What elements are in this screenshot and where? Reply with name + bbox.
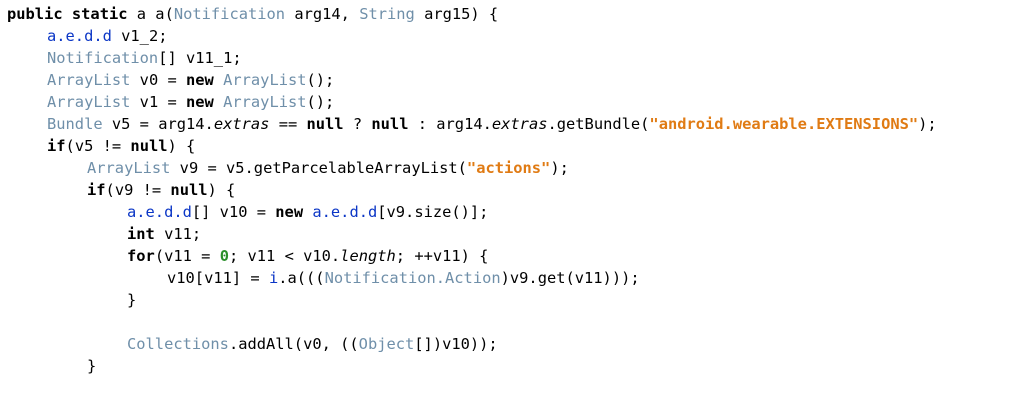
code-text: v1_2; — [111, 27, 168, 45]
keyword-token: if — [47, 137, 66, 155]
keyword-token: int — [127, 225, 155, 243]
code-text: v9 = v5.getParcelableArrayList( — [170, 159, 467, 177]
code-text: v5 = arg14. — [102, 115, 214, 133]
keyword-token: if — [87, 181, 106, 199]
code-text: v1 = — [130, 93, 187, 111]
code-text: (v11 = — [154, 247, 220, 265]
code-text: [])v10)); — [414, 335, 498, 353]
type-token: ArrayList — [223, 93, 307, 111]
code-text: a a( — [127, 5, 174, 23]
code-text: [] v11_1; — [158, 49, 242, 67]
type-token: ArrayList — [47, 93, 131, 111]
code-text: } — [127, 291, 137, 309]
code-line: a.e.d.d v1_2; — [7, 25, 1013, 47]
type-token: Notification.Action — [324, 269, 501, 287]
keyword-token: null — [306, 115, 344, 133]
code-line: v10[v11] = i.a(((Notification.Action)v9.… — [7, 267, 1013, 289]
package-token: a.e.d.d — [47, 27, 112, 45]
code-line: } — [7, 355, 1013, 377]
code-text: (); — [306, 93, 335, 111]
code-line: ArrayList v0 = new ArrayList(); — [7, 69, 1013, 91]
code-text: == — [269, 115, 307, 133]
keyword-token: static — [71, 5, 128, 23]
field-token: length — [340, 247, 396, 265]
keyword-token: for — [127, 247, 155, 265]
type-token: Notification — [173, 5, 286, 23]
field-token: extras — [213, 115, 270, 133]
code-line: } — [7, 289, 1013, 311]
number-token: 0 — [219, 247, 229, 265]
code-line: for(v11 = 0; v11 < v10.length; ++v11) { — [7, 245, 1013, 267]
code-line: ArrayList v9 = v5.getParcelableArrayList… — [7, 157, 1013, 179]
code-text: [v9.size()]; — [377, 203, 489, 221]
type-token: ArrayList — [47, 71, 131, 89]
field-token: extras — [491, 115, 548, 133]
package-token: i — [268, 269, 279, 287]
type-token: ArrayList — [87, 159, 171, 177]
code-line: Notification[] v11_1; — [7, 47, 1013, 69]
string-token: "actions" — [466, 159, 551, 177]
code-line: Bundle v5 = arg14.extras == null ? null … — [7, 113, 1013, 135]
code-text: v11; — [154, 225, 202, 243]
code-line: int v11; — [7, 223, 1013, 245]
type-token: Notification — [47, 49, 159, 67]
code-text: [] v10 = — [191, 203, 276, 221]
code-text: v0 = — [130, 71, 187, 89]
code-text: ? — [343, 115, 372, 133]
type-token: Object — [358, 335, 415, 353]
string-token: "android.wearable.EXTENSIONS" — [649, 115, 919, 133]
code-line: if(v5 != null) { — [7, 135, 1013, 157]
code-text: : arg14. — [408, 115, 492, 133]
code-text: ) { — [207, 181, 236, 199]
keyword-token: new — [275, 203, 304, 221]
code-line: public static a a(Notification arg14, St… — [7, 3, 1013, 25]
keyword-token: new — [186, 93, 214, 111]
keyword-token: null — [170, 181, 208, 199]
type-token: Collections — [127, 335, 229, 353]
code-text: ; ++v11) { — [395, 247, 489, 265]
type-token: ArrayList — [223, 71, 307, 89]
code-text: (v9 != — [105, 181, 171, 199]
code-line: Collections.addAll(v0, ((Object[])v10)); — [7, 333, 1013, 355]
code-line: ArrayList v1 = new ArrayList(); — [7, 91, 1013, 113]
code-text: (v5 != — [65, 137, 131, 155]
type-token: Bundle — [47, 115, 103, 133]
code-text: ); — [918, 115, 937, 133]
keyword-token: new — [186, 71, 214, 89]
type-token: String — [359, 5, 415, 23]
keyword-token: public — [7, 5, 63, 23]
code-text: (); — [306, 71, 335, 89]
code-text: .a((( — [278, 269, 325, 287]
package-token: a.e.d.d — [312, 203, 378, 221]
code-text: v10[v11] = — [167, 269, 269, 287]
code-text: ) { — [167, 137, 196, 155]
code-text: )v9.get(v11))); — [500, 269, 640, 287]
code-text: ; v11 < v10. — [228, 247, 341, 265]
code-text: .getBundle( — [547, 115, 650, 133]
code-text: arg14, — [285, 5, 360, 23]
code-line: if(v9 != null) { — [7, 179, 1013, 201]
code-text: .addAll(v0, (( — [228, 335, 359, 353]
code-text: arg15) { — [414, 5, 499, 23]
code-text: } — [87, 357, 97, 375]
keyword-token: null — [371, 115, 409, 133]
code-text: ); — [550, 159, 569, 177]
package-token: a.e.d.d — [127, 203, 192, 221]
code-line: a.e.d.d[] v10 = new a.e.d.d[v9.size()]; — [7, 201, 1013, 223]
keyword-token: null — [130, 137, 168, 155]
code-editor[interactable]: public static a a(Notification arg14, St… — [7, 3, 1013, 399]
